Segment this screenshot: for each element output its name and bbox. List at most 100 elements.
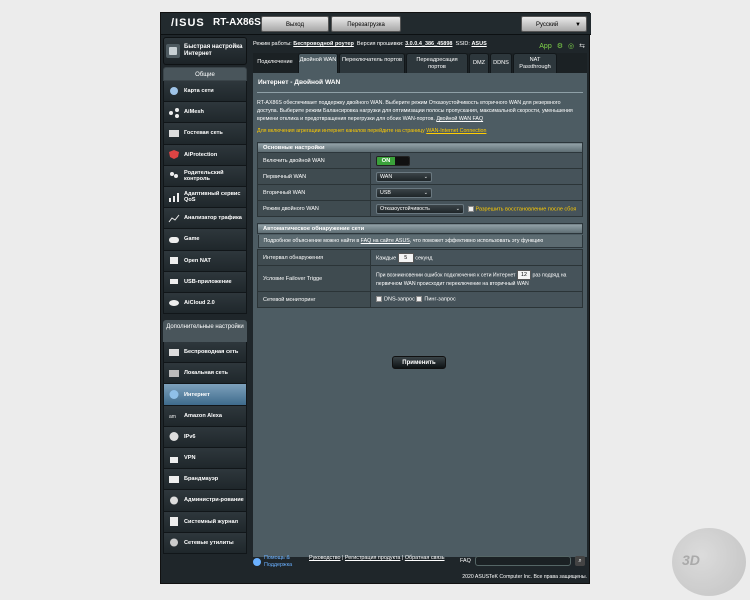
status-bar: Режим работы: Беспроводной роутер Версия… xyxy=(253,37,587,51)
guest-network-icon xyxy=(167,127,180,139)
sidebar-item-cloud[interactable]: AiCloud 2.0 xyxy=(163,292,247,315)
page-title: Интернет - Двойной WAN xyxy=(258,79,341,86)
help-icon xyxy=(253,558,261,566)
basic-settings-table: Основные настройки Включить двойной WAN … xyxy=(257,142,583,217)
network-map-icon xyxy=(167,85,180,97)
dual-wan-toggle[interactable]: ON xyxy=(376,155,410,166)
failover-text-3: первичном WAN происходит переключение на… xyxy=(376,280,529,287)
sidebar-item-admin[interactable]: Администри-рование xyxy=(163,490,247,512)
sidebar-item-label: Сетевые утилиты xyxy=(184,539,234,546)
sidebar-item-wireless[interactable]: Беспроводная сеть xyxy=(163,342,247,364)
tab-dual-wan[interactable]: Двойной WAN xyxy=(298,53,338,73)
table-row: Включить двойной WAN ON xyxy=(257,152,583,169)
register-link[interactable]: Регистрация продукта xyxy=(345,555,400,561)
faq-label: FAQ xyxy=(460,558,471,564)
tab-connection[interactable]: Подключение xyxy=(253,53,297,73)
sidebar-item-label: Локальная сеть xyxy=(184,370,228,377)
watermark-logo: 3D xyxy=(672,528,746,596)
faq-search-input[interactable] xyxy=(475,556,571,566)
feedback-link[interactable]: Обратная связь xyxy=(405,555,445,561)
language-select[interactable]: Русский ▼ xyxy=(521,16,587,32)
sidebar-item-network-map[interactable]: Карта сети xyxy=(163,81,247,103)
table-row: Первичный WAN WAN ⌄ xyxy=(257,168,583,185)
table-row: Режим двойного WAN Отказоустойчивость ⌄ Р… xyxy=(257,200,583,217)
ping-checkbox[interactable] xyxy=(416,296,423,303)
sidebar-item-qos[interactable]: Адаптивный сервис QoS xyxy=(163,186,247,209)
alexa-icon: am xyxy=(167,410,180,422)
auto-sub-suffix: , что поможет эффективно использовать эт… xyxy=(409,238,544,244)
sidebar-item-game[interactable]: Game xyxy=(163,229,247,251)
tab-nat-passthrough[interactable]: NAT Passthrough xyxy=(513,53,557,73)
tab-dmz[interactable]: DMZ xyxy=(469,53,489,73)
app-label[interactable]: App xyxy=(539,40,551,54)
sidebar-item-open-nat[interactable]: Open NAT xyxy=(163,250,247,272)
dual-wan-faq-link[interactable]: Двойной WAN FAQ xyxy=(436,116,483,122)
sidebar-item-label: Open NAT xyxy=(184,257,211,264)
tab-port-switch[interactable]: Переключатель портов xyxy=(339,53,405,73)
ssid-link[interactable]: ASUS xyxy=(471,41,486,47)
primary-wan-select[interactable]: WAN ⌄ xyxy=(376,171,432,182)
sidebar-item-parental-control[interactable]: Родительский контроль xyxy=(163,165,247,187)
sidebar-item-firewall[interactable]: Брандмауэр xyxy=(163,469,247,491)
dual-wan-mode-select[interactable]: Отказоустойчивость ⌄ xyxy=(376,203,464,214)
main-content: Режим работы: Беспроводной роутер Версия… xyxy=(253,37,587,557)
general-section-header: Общие xyxy=(163,67,247,81)
aiprotection-icon xyxy=(167,149,180,161)
cloud-icon xyxy=(167,297,180,309)
wireless-icon xyxy=(167,346,180,358)
tab-ddns[interactable]: DDNS xyxy=(490,53,512,73)
tab-port-forwarding[interactable]: Переадресация портов xyxy=(406,53,468,73)
sidebar-item-globe[interactable]: Интернет xyxy=(163,384,247,406)
failback-checkbox[interactable] xyxy=(467,205,474,212)
divider xyxy=(257,92,583,93)
chevron-down-icon: ⌄ xyxy=(455,205,460,212)
asus-faq-link[interactable]: FAQ на сайте ASUS xyxy=(361,238,410,244)
internet-status-icon[interactable]: ◎ xyxy=(568,40,574,54)
detect-interval-input[interactable]: 5 xyxy=(397,252,414,263)
network-status-icon[interactable]: ⚙ xyxy=(557,40,563,54)
manual-link[interactable]: Руководство xyxy=(309,555,341,561)
sidebar-item-usb[interactable]: USB-приложение xyxy=(163,271,247,293)
help-support[interactable]: Помощь & Поддержка xyxy=(253,555,296,569)
router-admin-window: /ISUS RT-AX86S Выход Перезагрузка Русски… xyxy=(160,12,591,584)
usb-status-icon[interactable]: ⇆ xyxy=(579,40,585,54)
sidebar-item-traffic-analyzer[interactable]: Анализатор трафика xyxy=(163,208,247,230)
basic-settings-header: Основные настройки xyxy=(257,142,583,153)
traffic-analyzer-icon xyxy=(167,212,180,224)
svg-text:am: am xyxy=(169,414,176,420)
sidebar-item-aimesh[interactable]: AiMesh xyxy=(163,102,247,124)
apply-button[interactable]: Применить xyxy=(392,356,446,369)
sidebar-item-ipv6[interactable]: IPv6 xyxy=(163,426,247,448)
asus-logo[interactable]: /ISUS xyxy=(171,17,205,29)
auto-detect-header: Автоматическое обнаружение сети xyxy=(257,223,583,234)
model-name: RT-AX86S xyxy=(213,17,261,28)
mode-link[interactable]: Беспроводной роутер xyxy=(293,41,354,47)
firewall-icon xyxy=(167,473,180,485)
sidebar-item-label: Брандмауэр xyxy=(184,476,219,483)
sidebar-item-guest-network[interactable]: Гостевая сеть xyxy=(163,123,247,145)
secondary-wan-select[interactable]: USB ⌄ xyxy=(376,187,432,198)
failover-count-input[interactable]: 12 xyxy=(517,269,531,280)
failover-text-2: раз подряд на xyxy=(532,271,567,278)
search-icon[interactable]: ⌕ xyxy=(575,556,585,566)
firmware-label: Версия прошивки: xyxy=(356,41,404,47)
quick-internet-setup-button[interactable]: Быстрая настройка Интернет xyxy=(163,37,247,65)
firmware-link[interactable]: 3.0.0.4_386_45898 xyxy=(405,41,452,47)
sidebar-item-aiprotection[interactable]: AiProtection xyxy=(163,144,247,166)
logout-button[interactable]: Выход xyxy=(261,16,329,32)
network-monitoring-label: Сетевой мониторинг xyxy=(257,291,371,308)
sidebar-item-alexa[interactable]: am Amazon Alexa xyxy=(163,405,247,427)
dns-query-checkbox[interactable] xyxy=(376,296,382,303)
vpn-icon xyxy=(167,452,180,464)
sidebar-item-syslog[interactable]: Системный журнал xyxy=(163,511,247,533)
sidebar-item-label: AiMesh xyxy=(184,109,204,116)
page-description: RT-AX86S обеспечивает поддержку двойного… xyxy=(257,99,583,123)
reboot-button[interactable]: Перезагрузка xyxy=(331,16,401,32)
sidebar-item-lan[interactable]: Локальная сеть xyxy=(163,363,247,385)
wan-connection-link[interactable]: WAN-Internet Connection xyxy=(426,128,486,134)
sidebar-item-vpn[interactable]: VPN xyxy=(163,448,247,470)
auto-sub-prefix: Подробное объяснение можно найти в xyxy=(263,238,360,244)
sidebar-item-network-tools[interactable]: Сетевые утилиты xyxy=(163,532,247,554)
sidebar: Быстрая настройка Интернет Общие Карта с… xyxy=(163,37,247,554)
help-support-label: Помощь & Поддержка xyxy=(264,555,293,568)
